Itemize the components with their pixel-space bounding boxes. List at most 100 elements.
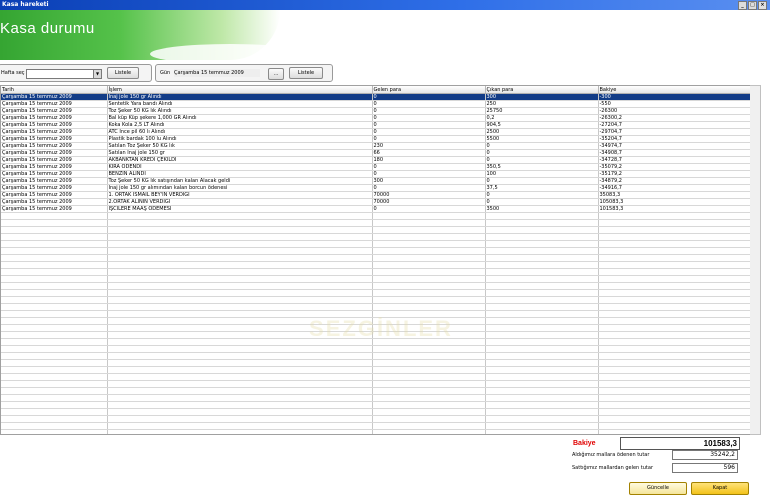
table-row[interactable]: Çarşamba 15 temmuz 2009 İnaj jole 150 gr …: [1, 184, 750, 192]
list-week-button[interactable]: Listele: [107, 67, 139, 79]
list-day-button[interactable]: Listele: [289, 67, 323, 79]
table-row[interactable]: [1, 261, 750, 269]
cell-operation: [107, 373, 373, 381]
cell-balance: -27204,7: [598, 121, 750, 129]
table-row[interactable]: Çarşamba 15 temmuz 2009 1. ORTAK İSMAİL B…: [1, 191, 750, 199]
transactions-grid[interactable]: Tarih İşlem Gelen para Çıkan para Bakiye…: [0, 85, 751, 435]
table-row[interactable]: [1, 345, 750, 353]
table-row[interactable]: Çarşamba 15 temmuz 2009 Satılan İnaj jole…: [1, 149, 750, 157]
cell-balance: -34916,7: [598, 184, 750, 192]
cell-balance: [598, 394, 750, 402]
cell-expense: [485, 233, 599, 241]
cell-date: Çarşamba 15 temmuz 2009: [1, 107, 108, 115]
cell-operation: [107, 226, 373, 234]
table-row[interactable]: [1, 212, 750, 220]
cell-date: [1, 275, 108, 283]
table-row[interactable]: [1, 226, 750, 234]
week-select[interactable]: ▼: [26, 69, 102, 79]
cell-expense: 25750: [485, 107, 599, 115]
grid-scrollbar[interactable]: [750, 85, 761, 435]
cell-balance: [598, 317, 750, 325]
header-banner: Kasa durumu: [0, 10, 770, 60]
table-row[interactable]: Çarşamba 15 temmuz 2009 ATC İnce pil 60 l…: [1, 128, 750, 136]
cell-expense: 2500: [485, 128, 599, 136]
cell-operation: AKBANKTAN KREDİ ÇEKİLDİ: [107, 156, 373, 164]
table-row[interactable]: [1, 415, 750, 423]
table-row[interactable]: [1, 366, 750, 374]
cell-income: 0: [372, 184, 486, 192]
col-header-income[interactable]: Gelen para: [372, 86, 486, 94]
table-row[interactable]: [1, 394, 750, 402]
cell-date: [1, 366, 108, 374]
table-row[interactable]: Çarşamba 15 temmuz 2009 2.ORTAK ALİNİN VE…: [1, 198, 750, 206]
cell-operation: 1. ORTAK İSMAİL BEY'İN VERDİĞİ: [107, 191, 373, 199]
cell-income: [372, 254, 486, 262]
cell-operation: 2.ORTAK ALİNİN VERDİĞİ: [107, 198, 373, 206]
minimize-icon[interactable]: _: [738, 1, 747, 10]
table-row[interactable]: [1, 233, 750, 241]
day-value[interactable]: Çarşamba 15 temmuz 2009: [174, 69, 260, 77]
table-row[interactable]: [1, 359, 750, 367]
table-row[interactable]: [1, 352, 750, 360]
table-row[interactable]: [1, 408, 750, 416]
cell-balance: -35204,7: [598, 135, 750, 143]
table-row[interactable]: Çarşamba 15 temmuz 2009 Plastik bardak 10…: [1, 135, 750, 143]
cell-balance: [598, 247, 750, 255]
refresh-button[interactable]: Güncelle: [629, 482, 687, 495]
table-row[interactable]: [1, 282, 750, 290]
table-row[interactable]: [1, 296, 750, 304]
table-row[interactable]: [1, 289, 750, 297]
col-header-balance[interactable]: Bakiye: [598, 86, 750, 94]
table-row[interactable]: [1, 240, 750, 248]
cell-income: 0: [372, 128, 486, 136]
cell-balance: [598, 233, 750, 241]
cell-date: Çarşamba 15 temmuz 2009: [1, 191, 108, 199]
table-row[interactable]: Çarşamba 15 temmuz 2009 Satılan Toz Şeker…: [1, 142, 750, 150]
table-row[interactable]: [1, 380, 750, 388]
table-row[interactable]: [1, 429, 750, 434]
table-row[interactable]: [1, 303, 750, 311]
cell-balance: [598, 296, 750, 304]
col-header-expense[interactable]: Çıkan para: [485, 86, 599, 94]
col-header-date[interactable]: Tarih: [1, 86, 108, 94]
table-row[interactable]: Çarşamba 15 temmuz 2009 Sentetik Yara ban…: [1, 100, 750, 108]
col-header-operation[interactable]: İşlem: [107, 86, 373, 94]
table-row[interactable]: [1, 373, 750, 381]
table-row[interactable]: [1, 387, 750, 395]
table-row[interactable]: Çarşamba 15 temmuz 2009 İŞCİLERE MAAŞ ÖDE…: [1, 205, 750, 213]
close-icon[interactable]: ×: [758, 1, 767, 10]
cell-balance: [598, 310, 750, 318]
cell-date: [1, 240, 108, 248]
cell-date: Çarşamba 15 temmuz 2009: [1, 184, 108, 192]
table-row[interactable]: Çarşamba 15 temmuz 2009 AKBANKTAN KREDİ Ç…: [1, 156, 750, 164]
table-row[interactable]: Çarşamba 15 temmuz 2009 KİRA ÖDENDİ 0 350,5…: [1, 163, 750, 171]
close-button[interactable]: Kapat: [691, 482, 749, 495]
table-row[interactable]: Çarşamba 15 temmuz 2009 Koka Kola 2,5 LT …: [1, 121, 750, 129]
date-picker-button[interactable]: ...: [268, 68, 284, 80]
table-row[interactable]: Çarşamba 15 temmuz 2009 İnaj jole 150 gr …: [1, 93, 750, 101]
cell-date: [1, 415, 108, 423]
cell-expense: 250: [485, 100, 599, 108]
table-row[interactable]: Çarşamba 15 temmuz 2009 Toz Şeker 50 KG l…: [1, 107, 750, 115]
table-row[interactable]: Çarşamba 15 temmuz 2009 BENZİN ALINDI 0 100…: [1, 170, 750, 178]
cell-income: 0: [372, 205, 486, 213]
cell-income: [372, 303, 486, 311]
table-row[interactable]: [1, 268, 750, 276]
maximize-icon[interactable]: □: [748, 1, 757, 10]
chevron-down-icon[interactable]: ▼: [93, 70, 101, 78]
table-row[interactable]: [1, 219, 750, 227]
cell-operation: [107, 401, 373, 409]
cell-balance: -26300: [598, 107, 750, 115]
table-row[interactable]: [1, 254, 750, 262]
cell-date: [1, 380, 108, 388]
table-row[interactable]: [1, 401, 750, 409]
table-row[interactable]: Çarşamba 15 temmuz 2009 Bal küp Küp şeker…: [1, 114, 750, 122]
cell-balance: [598, 345, 750, 353]
table-row[interactable]: [1, 247, 750, 255]
table-row[interactable]: [1, 275, 750, 283]
cell-date: [1, 310, 108, 318]
table-row[interactable]: Çarşamba 15 temmuz 2009 Toz Şeker 50 KG l…: [1, 177, 750, 185]
cell-date: [1, 289, 108, 297]
table-row[interactable]: [1, 422, 750, 430]
paid-amount-value: 35242,2: [672, 450, 738, 460]
